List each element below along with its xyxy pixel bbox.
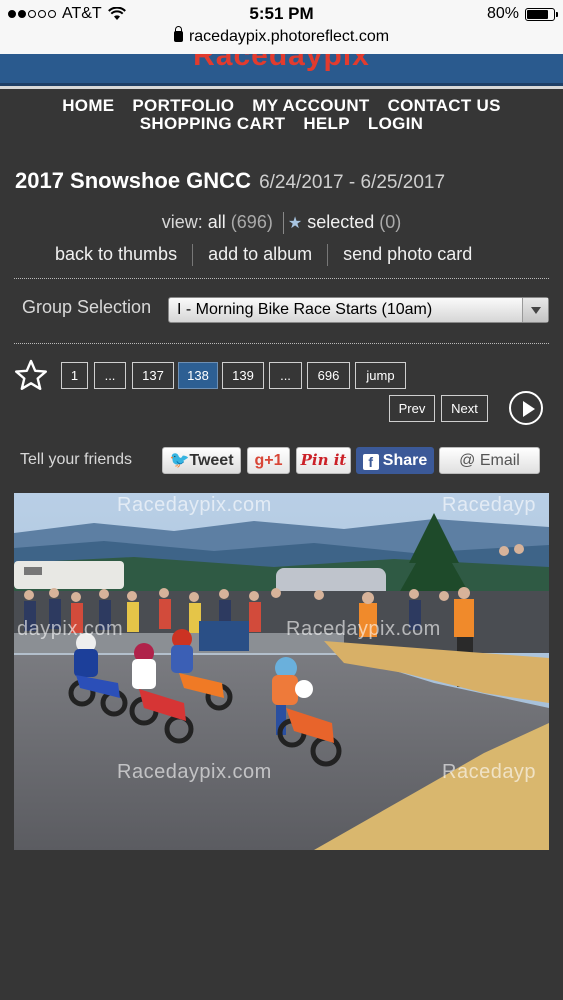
ios-status-bar: AT&T 5:51 PM 80% [0, 0, 563, 28]
photo-actions: back to thumbs add to album send photo car… [55, 244, 472, 267]
group-selection-dropdown[interactable]: I - Morning Bike Race Starts (10am) [168, 297, 549, 323]
nav-home[interactable]: HOME [62, 97, 114, 115]
nav-help[interactable]: HELP [303, 115, 350, 133]
event-title: 2017 Snowshoe GNCC [15, 168, 251, 193]
watermark: Racedaypix.com [286, 618, 441, 640]
view-all-count: (696) [230, 212, 273, 232]
divider [282, 212, 284, 235]
nav-contact-us[interactable]: CONTACT US [388, 97, 501, 115]
view-selected-count: (0) [379, 212, 402, 232]
divider [192, 244, 194, 267]
watermark: daypix.com [17, 618, 124, 640]
dotted-divider [14, 343, 549, 344]
page-ellipsis: ... [269, 362, 302, 389]
event-dates: 6/24/2017 - 6/25/2017 [259, 172, 446, 193]
banner-divider [0, 86, 563, 89]
page-link-1[interactable]: 1 [61, 362, 88, 389]
view-all-label: all [207, 212, 226, 232]
page-link-last[interactable]: 696 [307, 362, 350, 389]
group-selection-value: I - Morning Bike Race Starts (10am) [177, 301, 433, 318]
page-link-137[interactable]: 137 [132, 362, 174, 389]
battery-info: 80% [486, 5, 558, 23]
twitter-bird-icon: 🐦 [169, 452, 190, 469]
view-selected-link[interactable]: selected (0) [307, 212, 401, 232]
facebook-icon: f [362, 454, 379, 470]
share-label: Tell your friends [20, 451, 133, 468]
view-all-link[interactable]: all (696) [208, 212, 273, 232]
nav-shopping-cart[interactable]: SHOPPING CART [140, 115, 286, 133]
site-logo[interactable]: Racedaypix [0, 54, 563, 73]
view-label: view: [161, 212, 203, 232]
favorite-star-icon[interactable] [14, 358, 48, 392]
facebook-share-label: Share [382, 452, 428, 469]
facebook-share-button[interactable]: f Share [356, 447, 434, 474]
lock-icon [173, 26, 183, 42]
dotted-divider [14, 278, 549, 279]
watermark: Racedayp [442, 761, 537, 783]
google-plus-button[interactable]: g+1 [247, 447, 290, 474]
nav-my-account[interactable]: MY ACCOUNT [252, 97, 369, 115]
race-photo-image [14, 493, 549, 850]
chevron-down-icon [522, 298, 548, 322]
watermark: Racedaypix.com [117, 494, 272, 516]
address-bar[interactable]: racedaypix.photoreflect.com [0, 26, 563, 54]
next-button[interactable]: Next [441, 395, 488, 422]
slideshow-play-icon[interactable] [509, 391, 543, 425]
pinterest-button[interactable]: Pin it [296, 447, 351, 474]
page-ellipsis: ... [94, 362, 126, 389]
email-share-button[interactable]: @ Email [439, 447, 540, 474]
tweet-button[interactable]: 🐦Tweet [162, 447, 241, 474]
race-photo[interactable]: Racedaypix.com Racedayp daypix.com Raced… [14, 493, 549, 850]
url-text: racedaypix.photoreflect.com [188, 28, 390, 45]
group-selection-label: Group Selection [22, 297, 152, 317]
jump-button[interactable]: jump [355, 362, 406, 389]
prev-button[interactable]: Prev [389, 395, 435, 422]
divider [327, 244, 329, 267]
battery-icon [525, 7, 558, 21]
page-link-current[interactable]: 138 [178, 362, 218, 389]
add-to-album-link[interactable]: add to album [208, 244, 312, 264]
nav-login[interactable]: LOGIN [368, 115, 423, 133]
clock: 5:51 PM [249, 4, 314, 23]
watermark: Racedaypix.com [117, 761, 272, 783]
main-nav: HOME PORTFOLIO MY ACCOUNT CONTACT US SHOPPI… [30, 97, 533, 133]
back-to-thumbs-link[interactable]: back to thumbs [55, 244, 177, 264]
tweet-label: Tweet [189, 452, 234, 469]
site-banner[interactable]: Racedaypix [0, 54, 563, 86]
page-link-139[interactable]: 139 [222, 362, 264, 389]
page-title: 2017 Snowshoe GNCC 6/24/2017 - 6/25/2017 [15, 168, 445, 194]
view-filter: view: all (696) ★ selected (0) [0, 212, 563, 235]
watermark: Racedayp [442, 494, 537, 516]
nav-portfolio[interactable]: PORTFOLIO [132, 97, 234, 115]
view-selected-label: selected [307, 212, 375, 232]
send-photo-card-link[interactable]: send photo card [343, 244, 472, 264]
battery-percent: 80% [486, 5, 519, 22]
star-icon: ★ [287, 215, 303, 232]
